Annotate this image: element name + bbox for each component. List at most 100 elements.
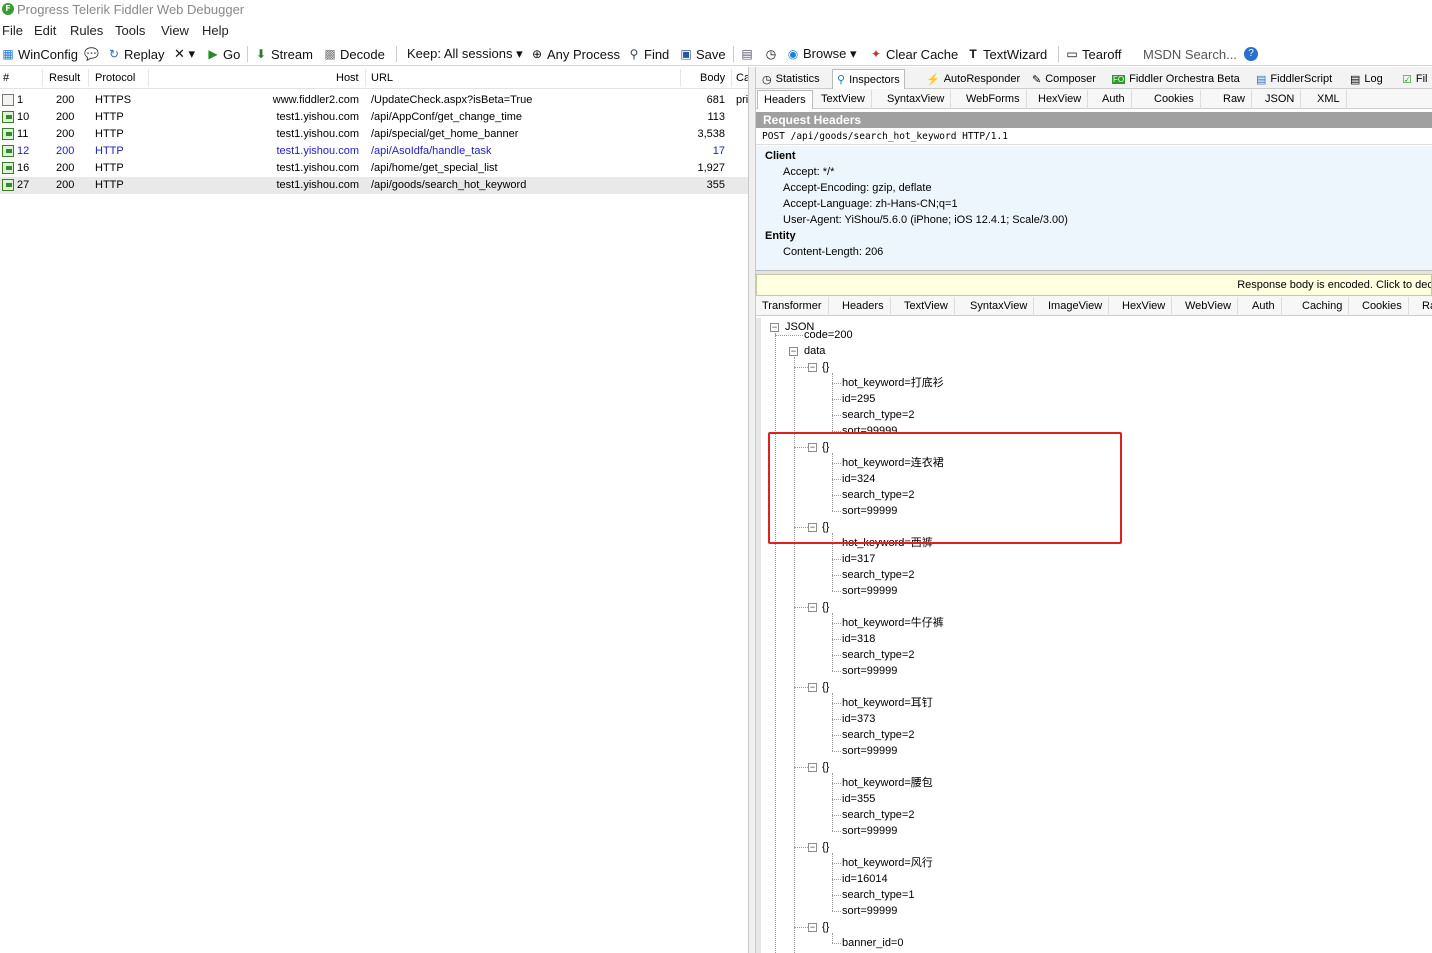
header-user-agent[interactable]: User-Agent: YiShou/5.6.0 (iPhone; iOS 12…	[783, 214, 1068, 226]
json-object-node[interactable]: {}	[822, 679, 829, 695]
req-tab-hexview[interactable]: HexView	[1032, 90, 1089, 109]
col-num[interactable]: #	[3, 72, 9, 84]
session-row[interactable]: 10 200 HTTP test1.yishou.com/api/AppConf/ge…	[0, 109, 748, 126]
json-tree[interactable]: − JSON code=200− data −{} hot_keyword=打底衫 id=2…	[756, 318, 1432, 953]
any-process-button[interactable]: ⊕ Any Process	[530, 45, 620, 63]
tab-filters[interactable]: ☑ Fil	[1398, 69, 1431, 89]
collapse-toggle-icon[interactable]: −	[808, 363, 817, 372]
req-tab-auth[interactable]: Auth	[1096, 90, 1132, 109]
resp-tab-hexview[interactable]: HexView	[1116, 297, 1173, 316]
json-field-node[interactable]: id=318	[842, 631, 875, 647]
tab-inspectors[interactable]: ⚲ Inspectors	[832, 69, 905, 89]
textwizard-button[interactable]: T TextWizard	[966, 45, 1047, 63]
req-tab-cookies[interactable]: Cookies	[1148, 90, 1201, 109]
tab-fiddlerscript[interactable]: ▤ FiddlerScript	[1252, 69, 1336, 89]
screenshot-button[interactable]: ▤	[740, 45, 754, 63]
req-tab-syntaxview[interactable]: SyntaxView	[881, 90, 952, 109]
collapse-toggle-icon[interactable]: −	[770, 323, 779, 332]
menu-rules[interactable]: Rules	[70, 23, 103, 38]
json-object-node[interactable]: {}	[822, 919, 829, 935]
resp-tab-webview[interactable]: WebView	[1179, 297, 1239, 316]
json-field-node[interactable]: hot_keyword=西裤	[842, 535, 933, 551]
collapse-toggle-icon[interactable]: −	[808, 443, 817, 452]
json-object-node[interactable]: {}	[822, 359, 829, 375]
json-field-node[interactable]: sort=99999	[842, 823, 897, 839]
header-accept-encoding[interactable]: Accept-Encoding: gzip, deflate	[783, 182, 932, 194]
json-field-node[interactable]: id=355	[842, 791, 875, 807]
json-object-node[interactable]: {}	[822, 439, 829, 455]
collapse-toggle-icon[interactable]: −	[808, 683, 817, 692]
menu-file[interactable]: File	[2, 23, 23, 38]
json-field-node[interactable]: id=317	[842, 551, 875, 567]
resp-tab-imageview[interactable]: ImageView	[1042, 297, 1110, 316]
remove-button[interactable]: ✕ ▾	[174, 45, 195, 63]
header-accept-language[interactable]: Accept-Language: zh-Hans-CN;q=1	[783, 198, 958, 210]
timer-button[interactable]: ◷	[764, 45, 778, 63]
col-result[interactable]: Result	[49, 72, 80, 84]
json-field-node[interactable]: search_type=2	[842, 647, 914, 663]
collapse-toggle-icon[interactable]: −	[808, 523, 817, 532]
tearoff-button[interactable]: ▭ Tearoff	[1065, 45, 1121, 63]
decode-button[interactable]: ▩ Decode	[323, 45, 384, 63]
json-field-node[interactable]: hot_keyword=耳钉	[842, 695, 933, 711]
json-field-node[interactable]: search_type=1	[842, 887, 914, 903]
req-tab-raw[interactable]: Raw	[1217, 90, 1253, 109]
save-button[interactable]: ▣ Save	[679, 45, 725, 63]
collapse-toggle-icon[interactable]: −	[808, 763, 817, 772]
json-object-node[interactable]: {}	[822, 599, 829, 615]
browse-button[interactable]: ◉ Browse ▾	[786, 45, 857, 63]
req-tab-headers[interactable]: Headers	[757, 90, 813, 109]
header-content-length[interactable]: Content-Length: 206	[783, 246, 883, 258]
json-field-node[interactable]: search_type=2	[842, 407, 914, 423]
header-group-entity[interactable]: Entity	[765, 230, 796, 242]
collapse-toggle-icon[interactable]: −	[808, 603, 817, 612]
json-field-node[interactable]: hot_keyword=连衣裙	[842, 455, 944, 471]
json-field-node[interactable]: sort=99999	[842, 903, 897, 919]
sessions-list[interactable]: # Result Protocol Host URL Body Ca 1 200 H…	[0, 67, 750, 953]
json-field-node[interactable]: id=295	[842, 391, 875, 407]
resp-tab-caching[interactable]: Caching	[1296, 297, 1350, 316]
json-code-node[interactable]: code=200	[804, 327, 853, 343]
req-tab-json[interactable]: JSON	[1259, 90, 1302, 109]
session-row[interactable]: 1 200 HTTPS www.fiddler2.com/UpdateCheck.as…	[0, 92, 748, 109]
json-data-node[interactable]: data	[804, 343, 825, 359]
resp-tab-syntaxview[interactable]: SyntaxView	[964, 297, 1035, 316]
msdn-search-input[interactable]: MSDN Search...	[1143, 45, 1237, 63]
resp-tab-auth[interactable]: Auth	[1246, 297, 1282, 316]
session-row[interactable]: 27 200 HTTP test1.yishou.com/api/goods/sear…	[0, 177, 748, 194]
json-field-node[interactable]: sort=99999	[842, 503, 897, 519]
tab-autoresponder[interactable]: ⚡ AutoResponder	[922, 69, 1024, 89]
header-group-client[interactable]: Client	[765, 150, 796, 162]
json-field-node[interactable]: hot_keyword=打底衫	[842, 375, 944, 391]
json-object-node[interactable]: {}	[822, 839, 829, 855]
collapse-toggle-icon[interactable]: −	[789, 347, 798, 356]
comment-button[interactable]: 💬	[84, 45, 99, 63]
json-field-node[interactable]: hot_keyword=腰包	[842, 775, 933, 791]
json-field-node[interactable]: sort=99999	[842, 423, 897, 439]
tab-log[interactable]: ▤ Log	[1346, 69, 1387, 89]
json-field-node[interactable]: sort=99999	[842, 743, 897, 759]
keep-sessions-dropdown[interactable]: Keep: All sessions ▾	[407, 45, 523, 63]
resp-tab-raw[interactable]: Ra	[1416, 297, 1432, 316]
json-field-node[interactable]: sort=99999	[842, 663, 897, 679]
collapse-toggle-icon[interactable]: −	[808, 923, 817, 932]
json-field-node[interactable]: search_type=2	[842, 567, 914, 583]
json-field-node[interactable]: banner_id=0	[842, 935, 903, 951]
tab-composer[interactable]: ✎ Composer	[1028, 69, 1100, 89]
json-field-node[interactable]: id=373	[842, 711, 875, 727]
session-row[interactable]: 11 200 HTTP test1.yishou.com/api/special/ge…	[0, 126, 748, 143]
resp-tab-headers[interactable]: Headers	[836, 297, 891, 316]
req-tab-textview[interactable]: TextView	[815, 90, 872, 109]
json-field-node[interactable]: id=324	[842, 471, 875, 487]
resp-tab-cookies[interactable]: Cookies	[1356, 297, 1409, 316]
resp-tab-transformer[interactable]: Transformer	[756, 297, 829, 316]
json-field-node[interactable]: search_type=2	[842, 727, 914, 743]
req-tab-webforms[interactable]: WebForms	[960, 90, 1027, 109]
stream-button[interactable]: ⬇ Stream	[254, 45, 313, 63]
json-field-node[interactable]: sort=99999	[842, 583, 897, 599]
col-protocol[interactable]: Protocol	[95, 72, 135, 84]
session-row[interactable]: 16 200 HTTP test1.yishou.com/api/home/get_s…	[0, 160, 748, 177]
collapse-toggle-icon[interactable]: −	[808, 843, 817, 852]
json-field-node[interactable]: hot_keyword=风行	[842, 855, 933, 871]
menu-tools[interactable]: Tools	[115, 23, 145, 38]
